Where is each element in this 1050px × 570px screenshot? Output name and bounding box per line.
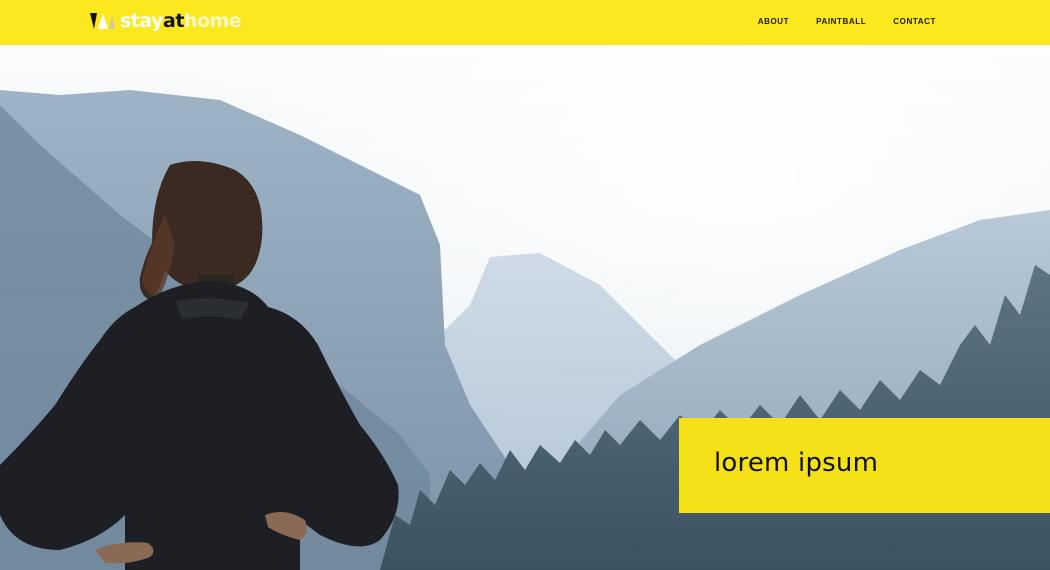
site-header: stayathome ABOUT PAINTBALL CONTACT bbox=[0, 0, 1050, 45]
hero-callout: lorem ipsum bbox=[679, 418, 1050, 513]
logo-mark-icon bbox=[90, 13, 115, 29]
logo-word-stay: stay bbox=[120, 10, 164, 32]
main-nav: ABOUT PAINTBALL CONTACT bbox=[731, 0, 936, 42]
nav-link-about[interactable]: ABOUT bbox=[758, 17, 789, 26]
hero-section: lorem ipsum bbox=[0, 45, 1050, 570]
nav-link-contact[interactable]: CONTACT bbox=[893, 17, 936, 26]
logo-word-at: at bbox=[163, 10, 184, 32]
page: stayathome ABOUT PAINTBALL CONTACT lorem… bbox=[0, 0, 1050, 570]
logo-wordmark: stayathome bbox=[120, 10, 242, 32]
logo-word-home: home bbox=[183, 10, 242, 32]
callout-heading: lorem ipsum bbox=[714, 448, 879, 478]
nav-link-paintball[interactable]: PAINTBALL bbox=[816, 17, 866, 26]
site-logo[interactable]: stayathome bbox=[90, 8, 242, 34]
